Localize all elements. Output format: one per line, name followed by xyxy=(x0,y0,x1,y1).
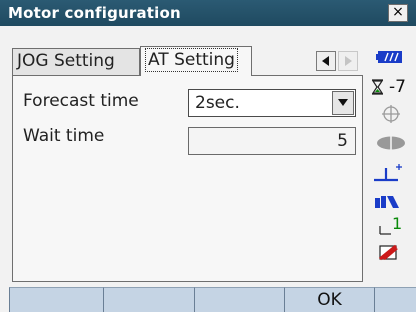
battery-indicator[interactable] xyxy=(367,48,416,66)
forecast-time-value: 2sec. xyxy=(195,93,240,113)
input-mode-icon xyxy=(378,244,398,261)
softkey-bar: OK xyxy=(0,287,416,312)
target-indicator[interactable] xyxy=(367,132,416,154)
laser-pointer-indicator[interactable]: 1 xyxy=(367,214,416,238)
tab-scroll-right-button[interactable] xyxy=(338,51,358,71)
tab-scroll-left-button[interactable] xyxy=(316,51,336,71)
tilt-indicator[interactable]: -7 xyxy=(367,76,416,98)
forecast-time-select[interactable]: 2sec. xyxy=(188,89,356,117)
at-setting-panel: Forecast time 2sec. Wait time 5 xyxy=(12,75,363,282)
target-prism-icon xyxy=(377,136,405,150)
softkey-3[interactable] xyxy=(194,287,284,312)
tab-label: JOG Setting xyxy=(17,51,115,71)
forecast-time-label: Forecast time xyxy=(23,91,139,111)
input-mode-indicator[interactable] xyxy=(367,242,416,264)
crosshair-icon xyxy=(382,105,400,123)
wait-time-value: 5 xyxy=(337,131,348,151)
triangle-right-icon xyxy=(345,56,352,66)
tab-label: AT Setting xyxy=(145,48,238,72)
motor-configuration-dialog: Motor configuration × JOG Setting AT Set… xyxy=(0,0,416,312)
reflector-constant-icon xyxy=(374,164,402,182)
wait-time-label: Wait time xyxy=(23,126,105,146)
softkey-2[interactable] xyxy=(103,287,194,312)
dropdown-button[interactable] xyxy=(332,91,354,115)
wireless-icon xyxy=(375,196,399,208)
status-bar: -7 1 xyxy=(367,44,416,284)
tab-at-setting[interactable]: AT Setting xyxy=(140,46,252,76)
wireless-indicator[interactable] xyxy=(367,192,416,212)
close-button[interactable]: × xyxy=(388,4,408,22)
chevron-down-icon xyxy=(338,99,348,106)
tilt-icon xyxy=(371,79,384,95)
triangle-left-icon xyxy=(322,56,329,66)
battery-icon xyxy=(376,51,402,63)
crosshair-indicator[interactable] xyxy=(367,102,416,126)
tab-jog-setting[interactable]: JOG Setting xyxy=(12,48,140,76)
laser-pointer-icon xyxy=(379,226,391,235)
tilt-value: -7 xyxy=(389,77,406,97)
reflector-constant-indicator[interactable] xyxy=(367,160,416,186)
wait-time-field[interactable]: 5 xyxy=(188,127,356,155)
softkey-1[interactable] xyxy=(9,287,103,312)
ok-button[interactable]: OK xyxy=(284,287,374,312)
laser-value: 1 xyxy=(392,214,403,233)
window-title: Motor configuration xyxy=(8,4,181,22)
softkey-5[interactable] xyxy=(374,287,416,312)
title-bar: Motor configuration × xyxy=(0,0,416,26)
